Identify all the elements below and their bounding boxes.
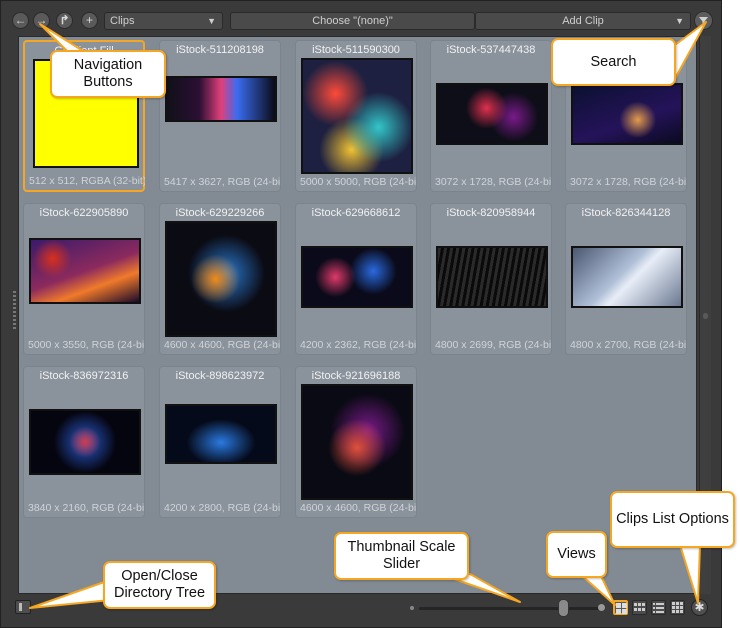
view-small-grid-button[interactable] xyxy=(632,600,647,615)
large-grid-view-icon xyxy=(616,603,627,614)
clip-info: 4600 x 4600, RGB (24-bit) xyxy=(164,339,280,351)
small-grid-view-icon xyxy=(634,603,645,611)
clip-name: iStock-820958944 xyxy=(446,207,536,219)
callout-directory-tree-text: Open/Close Directory Tree xyxy=(113,568,206,601)
callout-navigation-text: Navigation Buttons xyxy=(73,57,143,90)
clip-card[interactable]: iStock-629668612 4200 x 2362, RGB (24-bit… xyxy=(295,203,417,355)
arrow-right-icon: → xyxy=(35,13,48,27)
list-view-icon xyxy=(653,603,664,613)
clip-info: 512 x 512, RGBA (32-bit) xyxy=(29,175,145,187)
clip-name: iStock-629668612 xyxy=(311,207,401,219)
view-large-grid-button[interactable] xyxy=(613,600,628,615)
gear-icon: ✱ xyxy=(694,600,705,614)
clip-thumbnail xyxy=(165,404,277,464)
view-compact-grid-button[interactable] xyxy=(670,600,685,615)
clip-card[interactable]: iStock-537447438 3072 x 1728, RGB (24-bit… xyxy=(430,40,552,192)
clips-select[interactable]: Clips ▼ xyxy=(104,12,223,30)
arrow-left-icon: ← xyxy=(14,13,27,27)
callout-directory-tree: Open/Close Directory Tree xyxy=(103,561,216,609)
parent-directory-icon: ↱ xyxy=(59,13,70,27)
clips-grid: Gradient Fill512 x 512, RGBA (32-bit)iSt… xyxy=(18,36,697,594)
clip-info: 4800 x 2700, RGB (24-bit) xyxy=(570,339,686,351)
clip-info: 4200 x 2800, RGB (24-bit) xyxy=(164,502,280,514)
forward-button[interactable]: → xyxy=(33,12,50,29)
compact-grid-view-icon xyxy=(672,602,683,613)
callout-clips-list-options-text: Clips List Options xyxy=(616,511,729,527)
clip-thumbnail xyxy=(436,246,548,308)
clip-name: iStock-629229266 xyxy=(175,207,265,219)
open-close-directory-tree-button[interactable] xyxy=(15,600,31,614)
clips-select-value: Clips xyxy=(110,15,135,27)
clip-card[interactable]: iStock-826344128 4800 x 2700, RGB (24-bit… xyxy=(565,203,687,355)
callout-views-text: Views xyxy=(557,546,596,562)
thumbnail-scale-slider[interactable] xyxy=(419,607,599,610)
callout-search-text: Search xyxy=(590,53,637,70)
clip-info: 4800 x 2699, RGB (24-bit) xyxy=(435,339,551,351)
callout-views: Views xyxy=(546,531,607,578)
clip-thumbnail xyxy=(165,76,277,122)
search-filter-button[interactable] xyxy=(694,11,713,30)
clip-name: iStock-511208198 xyxy=(176,44,264,56)
clip-card[interactable]: iStock-898623972 4200 x 2800, RGB (24-bit… xyxy=(159,366,281,518)
clip-name: iStock-511590300 xyxy=(312,44,400,56)
callout-clips-list-options: Clips List Options xyxy=(610,491,735,548)
clip-name: iStock-898623972 xyxy=(175,370,265,382)
slider-min-icon xyxy=(410,606,414,610)
chevron-down-icon: ▼ xyxy=(207,16,216,26)
clip-info: 4600 x 4600, RGB (24-bit) xyxy=(300,502,416,514)
add-button[interactable]: + xyxy=(81,12,98,29)
clip-name: iStock-921696188 xyxy=(311,370,401,382)
clip-thumbnail xyxy=(571,246,683,308)
callout-thumbnail-scale: Thumbnail Scale Slider xyxy=(334,532,469,580)
callout-search: Search xyxy=(551,38,676,86)
clip-card[interactable]: iStock-629229266 4600 x 4600, RGB (24-bit… xyxy=(159,203,281,355)
choose-dropdown[interactable]: Choose "(none)" xyxy=(230,12,475,30)
add-clip-label: Add Clip xyxy=(562,15,604,27)
clip-card[interactable]: iStock-820958944 4800 x 2699, RGB (24-bit… xyxy=(430,203,552,355)
clip-info: 3072 x 1728, RGB (24-bit) xyxy=(435,176,551,188)
clip-thumbnail xyxy=(301,58,413,174)
clip-card[interactable]: iStock-511590300 5000 x 5000, RGB (24-bit… xyxy=(295,40,417,192)
clip-thumbnail xyxy=(29,409,141,475)
filter-funnel-icon xyxy=(699,17,708,25)
clip-thumbnail xyxy=(165,221,277,337)
clip-card[interactable]: iStock-511208198 5417 x 3627, RGB (24-bit… xyxy=(159,40,281,192)
slider-handle[interactable] xyxy=(558,599,569,617)
choose-label: Choose "(none)" xyxy=(312,15,393,27)
back-button[interactable]: ← xyxy=(12,12,29,29)
plus-icon: + xyxy=(85,13,93,27)
clip-thumbnail xyxy=(301,246,413,308)
clip-info: 5000 x 5000, RGB (24-bit) xyxy=(300,176,416,188)
drag-handle[interactable] xyxy=(13,291,16,331)
clip-info: 5417 x 3627, RGB (24-bit) xyxy=(164,176,280,188)
up-directory-button[interactable]: ↱ xyxy=(56,12,73,29)
clip-name: iStock-826344128 xyxy=(581,207,671,219)
callout-navigation: Navigation Buttons xyxy=(50,50,166,98)
clip-info: 3072 x 1728, RGB (24-bit) xyxy=(570,176,686,188)
clip-info: 5000 x 3550, RGB (24-bit) xyxy=(28,339,144,351)
callout-thumbnail-scale-text: Thumbnail Scale Slider xyxy=(347,539,456,572)
clip-thumbnail xyxy=(436,83,548,145)
view-list-button[interactable] xyxy=(651,600,666,615)
clips-list-options-button[interactable]: ✱ xyxy=(691,599,708,616)
clip-card[interactable]: iStock-836972316 3840 x 2160, RGB (24-bit… xyxy=(23,366,145,518)
add-clip-dropdown[interactable]: Add Clip ▼ xyxy=(475,12,691,30)
clip-card[interactable]: iStock-921696188 4600 x 4600, RGB (24-bit… xyxy=(295,366,417,518)
slider-max-icon xyxy=(598,604,605,611)
clip-name: iStock-836972316 xyxy=(39,370,129,382)
clip-info: 3840 x 2160, RGB (24-bit) xyxy=(28,502,144,514)
clip-thumbnail xyxy=(29,238,141,304)
clip-card[interactable]: iStock-622905890 5000 x 3550, RGB (24-bit… xyxy=(23,203,145,355)
clip-name: iStock-537447438 xyxy=(446,44,536,56)
clip-info: 4200 x 2362, RGB (24-bit) xyxy=(300,339,416,351)
clip-name: iStock-622905890 xyxy=(39,207,129,219)
clip-thumbnail xyxy=(301,384,413,500)
clip-thumbnail xyxy=(571,83,683,145)
chevron-down-icon: ▼ xyxy=(675,16,684,26)
